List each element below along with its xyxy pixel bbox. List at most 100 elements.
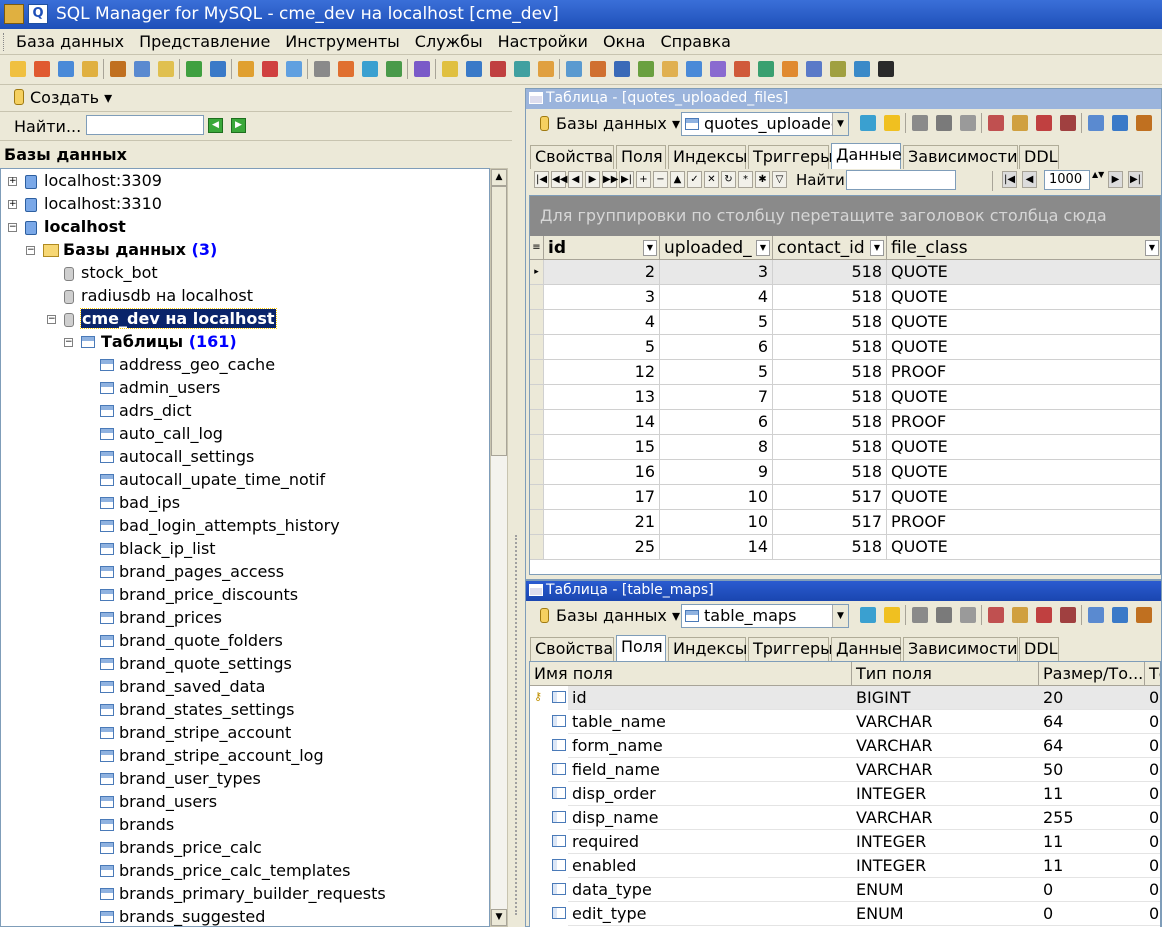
column-header[interactable]: uploaded_ ▼ (660, 236, 773, 260)
tree-table-item[interactable]: brand_prices (119, 607, 222, 630)
field-cell[interactable]: INTEGER (852, 782, 1039, 806)
field-cell[interactable]: INTEGER (852, 854, 1039, 878)
table-cell[interactable]: 10 (660, 485, 773, 510)
table-cell[interactable]: 517 (773, 485, 887, 510)
nav-button-icon[interactable]: + (636, 171, 651, 188)
nav-button-icon[interactable]: ◀◀ (551, 171, 567, 188)
table-cell[interactable]: 4 (544, 310, 660, 335)
window-toolbar-icon[interactable] (1112, 115, 1128, 131)
table-cell[interactable]: 3 (660, 260, 773, 285)
field-cell[interactable]: ENUM (852, 902, 1039, 926)
tree-table-item[interactable]: brands_price_calc_templates (119, 860, 350, 883)
toolbar-button-icon[interactable] (514, 61, 530, 77)
table-cell[interactable]: QUOTE (887, 485, 1160, 510)
collapse-icon[interactable]: − (47, 315, 56, 324)
field-row[interactable]: data_type ENUM 0 0 (530, 878, 1160, 902)
table-cell[interactable]: 17 (544, 485, 660, 510)
window-toolbar-icon[interactable] (1060, 607, 1076, 623)
field-cell[interactable]: VARCHAR (852, 806, 1039, 830)
table-cell[interactable]: 3 (544, 285, 660, 310)
row-indicator[interactable] (530, 335, 544, 360)
find-next-icon[interactable]: ▶ (231, 118, 246, 133)
window-toolbar-icon[interactable] (936, 607, 952, 623)
tree-table-item[interactable]: brand_price_discounts (119, 584, 298, 607)
table-cell[interactable]: QUOTE (887, 460, 1160, 485)
tab-1[interactable]: Поля (616, 635, 666, 661)
window1-table-select[interactable]: quotes_uploaded_files ▼ (681, 112, 849, 136)
field-cell[interactable]: 11 (1039, 830, 1145, 854)
row-indicator[interactable] (530, 510, 544, 535)
field-row[interactable]: form_name VARCHAR 64 0 (530, 734, 1160, 758)
tree-table-item[interactable]: brand_quote_settings (119, 653, 292, 676)
table-row[interactable]: 16 9 518 QUOTE (530, 460, 1160, 485)
toolbar-button-icon[interactable] (262, 61, 278, 77)
search-icon[interactable]: Q (28, 4, 48, 24)
toolbar-button-icon[interactable] (566, 61, 582, 77)
tree-table-item[interactable]: brand_user_types (119, 768, 261, 791)
field-cell[interactable]: BIGINT (852, 686, 1039, 710)
field-cell[interactable]: edit_type (568, 902, 852, 926)
field-row[interactable]: edit_type ENUM 0 0 (530, 902, 1160, 926)
table-row[interactable]: 5 6 518 QUOTE (530, 335, 1160, 360)
collapse-icon[interactable]: − (8, 223, 17, 232)
table-cell[interactable]: 518 (773, 410, 887, 435)
app-icon[interactable] (4, 4, 24, 24)
collapse-icon[interactable]: − (26, 246, 35, 255)
menu-item[interactable]: Службы (407, 29, 490, 51)
row-indicator[interactable] (530, 485, 544, 510)
row-indicator[interactable] (530, 385, 544, 410)
field-cell[interactable]: 64 (1039, 734, 1145, 758)
window2-db-button[interactable]: Базы данных ▾ (530, 605, 684, 627)
scroll-down-icon[interactable]: ▼ (491, 909, 507, 926)
toolbar-button-icon[interactable] (238, 61, 254, 77)
tree-server-localhost-3309[interactable]: localhost:3309 (44, 170, 162, 193)
field-cell[interactable]: 0 (1145, 854, 1160, 878)
window-toolbar-icon[interactable] (1136, 115, 1152, 131)
toolbar-button-icon[interactable] (782, 61, 798, 77)
toolbar-button-icon[interactable] (538, 61, 554, 77)
table-cell[interactable]: 7 (660, 385, 773, 410)
tab-0[interactable]: Свойства (530, 145, 614, 169)
menu-item[interactable]: Настройки (490, 29, 595, 51)
table-cell[interactable]: 10 (660, 510, 773, 535)
field-cell[interactable]: disp_order (568, 782, 852, 806)
table-cell[interactable]: 518 (773, 360, 887, 385)
table-cell[interactable]: QUOTE (887, 285, 1160, 310)
tree-table-item[interactable]: brand_users (119, 791, 217, 814)
table-cell[interactable]: 9 (660, 460, 773, 485)
toolbar-button-icon[interactable] (186, 61, 202, 77)
menu-item[interactable]: Инструменты (277, 29, 407, 51)
window-toolbar-icon[interactable] (912, 607, 928, 623)
field-cell[interactable]: 64 (1039, 710, 1145, 734)
field-cell[interactable]: data_type (568, 878, 852, 902)
collapse-icon[interactable]: − (64, 338, 73, 347)
table-row[interactable]: 21 10 517 PROOF (530, 510, 1160, 535)
find-prev-icon[interactable]: ◀ (208, 118, 223, 133)
tree-table-item[interactable]: brands_primary_builder_requests (119, 883, 386, 906)
tree-db-stock-bot[interactable]: stock_bot (81, 262, 158, 285)
tree-table-item[interactable]: brands_price_calc (119, 837, 262, 860)
toolbar-button-icon[interactable] (442, 61, 458, 77)
field-cell[interactable]: VARCHAR (852, 758, 1039, 782)
table-cell[interactable]: PROOF (887, 360, 1160, 385)
table-cell[interactable]: 13 (544, 385, 660, 410)
row-indicator[interactable]: ▸ (530, 260, 544, 285)
table-cell[interactable]: QUOTE (887, 435, 1160, 460)
table-cell[interactable]: 6 (660, 335, 773, 360)
toolbar-button-icon[interactable] (82, 61, 98, 77)
toolbar-button-icon[interactable] (590, 61, 606, 77)
field-cell[interactable]: 11 (1039, 782, 1145, 806)
spinner-icon[interactable]: ▲▼ (1092, 170, 1104, 190)
page-nav-icon[interactable]: ◀ (1022, 171, 1037, 188)
table-cell[interactable]: 5 (660, 310, 773, 335)
toolbar-button-icon[interactable] (34, 61, 50, 77)
table-cell[interactable]: 25 (544, 535, 660, 560)
window-toolbar-icon[interactable] (1112, 607, 1128, 623)
toolbar-button-icon[interactable] (686, 61, 702, 77)
tree-table-item[interactable]: brand_states_settings (119, 699, 295, 722)
tab-2[interactable]: Индексы (668, 145, 747, 169)
toolbar-button-icon[interactable] (134, 61, 150, 77)
window-toolbar-icon[interactable] (1012, 607, 1028, 623)
column-filter-icon[interactable]: ▼ (870, 240, 884, 256)
table-cell[interactable]: 518 (773, 385, 887, 410)
